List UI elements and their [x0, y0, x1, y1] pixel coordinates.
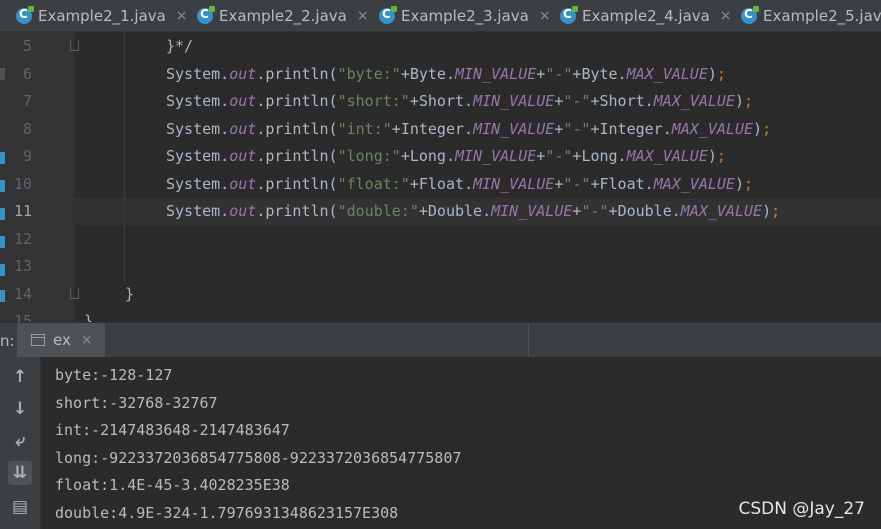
up-arrow-icon[interactable]: ↑	[8, 365, 32, 389]
tab-example2-3[interactable]: Example2_3.java ×	[379, 0, 551, 31]
code-line-6: System.out.println("byte:"+Byte.MIN_VALU…	[166, 65, 726, 83]
code-editor[interactable]: 5 6 7 8 9 10 11 12 13 14 15 }*/ System.o…	[0, 32, 881, 322]
code-line-7: System.out.println("short:"+Short.MIN_VA…	[166, 92, 754, 110]
console-output-line: short:-32768-32767	[55, 394, 218, 412]
line-number: 6	[22, 65, 32, 83]
line-number: 8	[22, 120, 32, 138]
run-tab-ex[interactable]: ex ×	[17, 323, 105, 357]
code-line-14: }	[125, 285, 135, 303]
line-number: 13	[13, 257, 32, 275]
tab-example2-1[interactable]: Example2_1.java ×	[16, 0, 188, 31]
soft-wrap-icon[interactable]: ⤶	[8, 429, 32, 453]
java-class-icon	[741, 5, 759, 24]
line-number: 5	[22, 37, 32, 55]
tab-label: Example2_1.java	[38, 6, 166, 25]
class-marker-icon	[0, 290, 5, 302]
console-window-icon	[31, 334, 45, 346]
scroll-to-end-icon[interactable]: ⇊	[8, 461, 32, 485]
code-line-15: }	[84, 312, 94, 322]
print-icon[interactable]: ▤	[8, 495, 32, 519]
console-toolbar: ↑ ↓ ⤶ ⇊ ▤	[0, 357, 41, 529]
java-class-icon	[379, 5, 397, 24]
tab-example2-5[interactable]: Example2_5.java	[741, 0, 881, 31]
java-class-icon	[197, 5, 215, 24]
close-icon[interactable]: ×	[176, 8, 188, 24]
close-icon[interactable]: ×	[720, 8, 732, 24]
class-marker-icon	[0, 152, 5, 164]
console-output-line: byte:-128-127	[55, 366, 173, 384]
csdn-watermark: CSDN @Jay_27	[738, 499, 866, 519]
code-line-10: System.out.println("float:"+Float.MIN_VA…	[166, 175, 754, 193]
code-line-11: System.out.println("double:"+Double.MIN_…	[166, 202, 781, 220]
class-marker-icon	[0, 208, 5, 220]
tab-example2-4[interactable]: Example2_4.java ×	[560, 0, 732, 31]
class-marker-icon	[0, 180, 5, 192]
run-panel-header: n: ex ×	[0, 322, 881, 358]
tab-label: Example2_5.java	[763, 6, 881, 25]
code-line-5: }*/	[166, 37, 194, 55]
line-number: 10	[13, 175, 32, 193]
class-marker-icon	[0, 236, 5, 248]
tab-example2-2[interactable]: Example2_2.java ×	[197, 0, 369, 31]
line-number: 14	[13, 285, 32, 303]
tab-label: Example2_2.java	[219, 6, 347, 25]
code-line-8: System.out.println("int:"+Integer.MIN_VA…	[166, 120, 772, 138]
structure-marker-icon	[0, 68, 5, 80]
console-output-line: int:-2147483648-2147483647	[55, 421, 290, 439]
down-arrow-icon[interactable]: ↓	[8, 397, 32, 421]
close-icon[interactable]: ×	[81, 332, 93, 348]
console-output-line: float:1.4E-45-3.4028235E38	[55, 476, 290, 494]
line-number-current: 11	[13, 202, 32, 220]
tab-label: Example2_4.java	[582, 6, 710, 25]
code-line-9: System.out.println("long:"+Long.MIN_VALU…	[166, 147, 726, 165]
line-number: 7	[22, 92, 32, 110]
close-icon[interactable]: ×	[357, 8, 369, 24]
line-number-gutter: 5 6 7 8 9 10 11 12 13 14 15	[0, 32, 74, 322]
indent-guide	[124, 32, 125, 282]
class-marker-icon	[0, 264, 5, 276]
java-class-icon	[16, 5, 34, 24]
fold-end-icon[interactable]	[70, 40, 79, 51]
line-number: 12	[13, 230, 32, 248]
console-output-line: double:4.9E-324-1.7976931348623157E308	[55, 504, 399, 522]
panel-divider	[528, 323, 529, 357]
console-output-line: long:-9223372036854775808-92233720368547…	[55, 449, 462, 467]
line-number: 9	[22, 147, 32, 165]
run-label: n:	[0, 332, 15, 350]
close-icon[interactable]: ×	[539, 8, 551, 24]
line-number: 15	[13, 312, 32, 322]
tab-label: Example2_3.java	[401, 6, 529, 25]
run-tab-label: ex	[53, 331, 71, 349]
java-class-icon	[560, 5, 578, 24]
editor-tab-bar: Example2_1.java × Example2_2.java × Exam…	[0, 0, 881, 32]
fold-end-icon[interactable]	[70, 288, 79, 299]
